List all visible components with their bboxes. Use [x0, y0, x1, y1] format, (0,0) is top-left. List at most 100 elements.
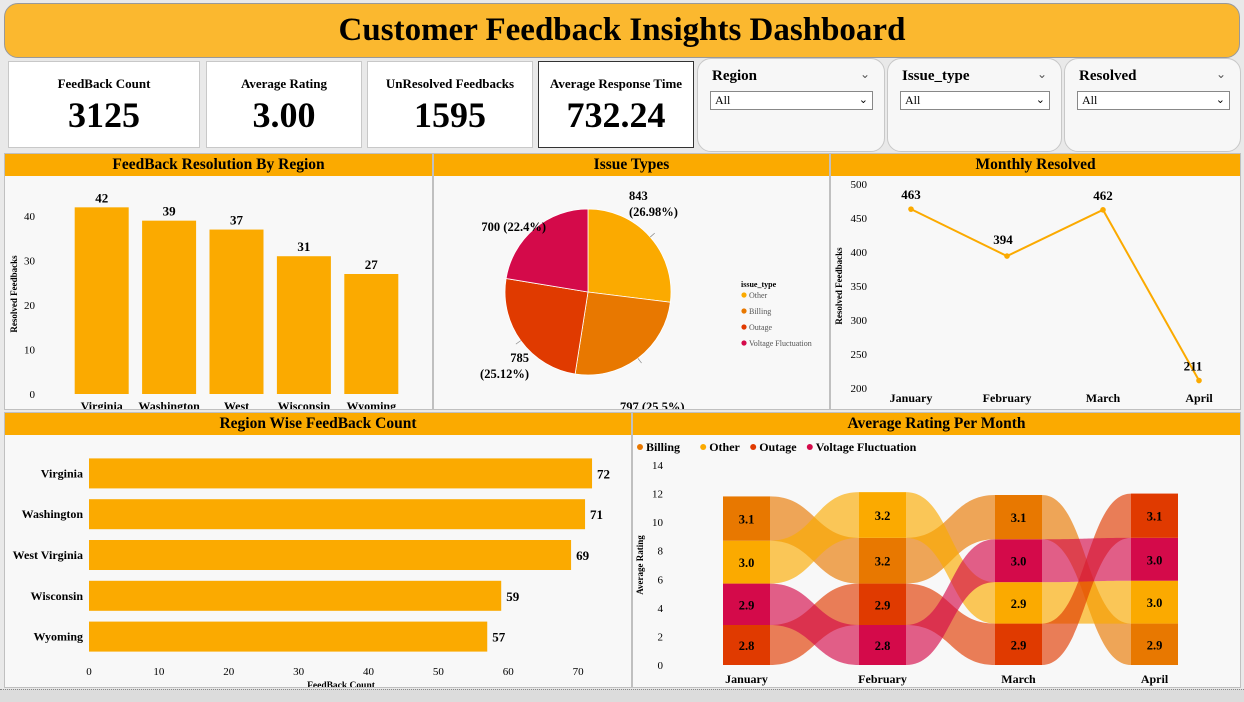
legend-marker	[637, 444, 643, 450]
y-tick-label: 0	[30, 389, 36, 401]
bar	[89, 621, 488, 652]
y-tick-label: 0	[658, 660, 664, 672]
y-tick-label: Washington	[22, 507, 84, 521]
slicer-title: Issue_type	[902, 68, 970, 84]
y-tick-label: 350	[851, 281, 868, 293]
y-axis-label: Resolved Feedbacks	[9, 255, 19, 333]
data-label: 211	[1184, 359, 1203, 374]
resolution-bar-chart: 0 10 20 30 40 Resolved Feedbacks 42 Virginia 39 W…	[9, 190, 399, 410]
data-label: 27	[365, 257, 379, 272]
data-label: 462	[1093, 188, 1113, 203]
x-tick-label: February	[983, 391, 1032, 405]
y-axis-label: Resolved Feedbacks	[834, 247, 844, 325]
panel-resolution-by-region: FeedBack Resolution By Region 0 10 20 30 40 R…	[4, 153, 433, 410]
slicer-title: Resolved	[1079, 68, 1137, 84]
kpi-value: 3125	[68, 95, 140, 135]
data-label: 31	[297, 239, 310, 254]
legend-label: Outage	[749, 323, 773, 332]
data-point	[1100, 207, 1106, 213]
y-tick-label: 10	[652, 517, 664, 529]
x-tick-label: February	[858, 672, 907, 686]
data-label: 3.0	[1011, 555, 1027, 569]
x-tick-label: Washington	[138, 399, 200, 410]
issue-type-dropdown[interactable]: All ⌄	[900, 91, 1050, 110]
pie-slice	[587, 208, 672, 303]
bar	[89, 458, 593, 489]
slicer-issue-type[interactable]: Issue_type ⌄ All ⌄	[887, 58, 1062, 152]
x-tick-label: 40	[363, 666, 375, 678]
x-axis-label: FeedBack Count	[307, 681, 376, 688]
slicer-title: Region	[712, 68, 757, 84]
data-label: 3.0	[1147, 553, 1163, 567]
data-label: 37	[230, 213, 244, 228]
page-footer-strip	[0, 689, 1244, 702]
ribbon-band	[1042, 537, 1131, 583]
pie-data-label: 785	[510, 351, 529, 365]
x-tick-label: 20	[223, 666, 235, 678]
data-label: 72	[597, 466, 610, 481]
dropdown-value: All	[905, 93, 921, 107]
data-label: 59	[506, 589, 520, 604]
y-tick-label: 200	[851, 383, 868, 395]
avg-rating-ribbon-chart: 0 2 4 6 8 10 12 14 Average Rating Billing Other Out…	[635, 440, 1178, 686]
x-tick-label: West	[224, 399, 249, 410]
panel-monthly-resolved: Monthly Resolved 200 250 300 350 400 450 500 Re…	[830, 153, 1241, 410]
bar	[89, 580, 502, 611]
bar	[142, 220, 197, 394]
data-label: 69	[576, 548, 590, 563]
y-tick-label: Wisconsin	[31, 589, 84, 603]
data-label: 71	[590, 507, 603, 522]
x-tick-label: 0	[86, 666, 92, 678]
data-label: 3.0	[1147, 596, 1163, 610]
data-point	[1196, 377, 1202, 384]
kpi-value: 732.24	[566, 95, 666, 135]
pie-data-label: 843	[629, 189, 648, 203]
x-tick-label: Wyoming	[347, 399, 397, 410]
legend-marker	[750, 444, 757, 450]
panel-avg-rating-month: Average Rating Per Month 0 2 4 6 8 10 12 14 Aver…	[632, 412, 1241, 688]
data-label: 3.1	[1147, 510, 1163, 524]
bar	[89, 540, 572, 570]
pie-leader-line	[637, 358, 642, 364]
legend-label: Voltage Fluctuation	[816, 440, 917, 454]
x-tick-label: January	[725, 672, 768, 686]
resolved-dropdown[interactable]: All ⌄	[1077, 91, 1230, 110]
y-tick-label: West Virginia	[13, 548, 83, 562]
kpi-label: FeedBack Count	[57, 76, 151, 91]
data-label: 3.2	[875, 555, 891, 569]
chevron-down-icon: ⌄	[1215, 94, 1225, 106]
y-tick-label: 500	[851, 179, 868, 191]
pie-data-label: 797 (25.5%)	[620, 400, 685, 410]
y-tick-label: 20	[24, 300, 36, 312]
panel-title: FeedBack Resolution By Region	[5, 154, 432, 176]
pie-data-label: 700 (22.4%)	[481, 220, 546, 234]
chevron-down-icon: ⌄	[1035, 94, 1045, 106]
legend-marker	[806, 444, 813, 450]
kpi-label: Average Response Time	[549, 76, 683, 91]
x-tick-label: Virginia	[81, 399, 123, 410]
chevron-down-icon[interactable]: ⌄	[860, 67, 870, 82]
data-label: 2.8	[875, 639, 891, 653]
bar	[344, 274, 399, 394]
data-label: 2.9	[1011, 597, 1027, 611]
chevron-down-icon[interactable]: ⌄	[1037, 67, 1047, 82]
slicer-region[interactable]: Region ⌄ All ⌄	[697, 58, 885, 152]
legend-label: Other	[709, 440, 740, 454]
legend-label: Voltage Fluctuation	[749, 339, 812, 348]
y-tick-label: 30	[24, 256, 36, 268]
slicer-resolved[interactable]: Resolved ⌄ All ⌄	[1064, 58, 1241, 152]
region-dropdown[interactable]: All ⌄	[710, 91, 873, 110]
y-tick-label: Wyoming	[33, 630, 83, 644]
dashboard-title: Customer Feedback Insights Dashboard	[4, 3, 1240, 58]
panel-title: Monthly Resolved	[831, 154, 1240, 176]
data-point	[908, 206, 914, 212]
issue-types-pie-chart: 843 (26.98%) 797 (25.5%) 785 (25.12%) 700 (22…	[480, 189, 812, 410]
legend-marker	[741, 292, 747, 298]
pie-data-label: (25.12%)	[480, 367, 529, 381]
data-label: 2.9	[875, 598, 891, 612]
data-label: 42	[95, 190, 108, 205]
bar	[209, 229, 264, 394]
x-tick-label: 30	[293, 666, 305, 678]
chevron-down-icon[interactable]: ⌄	[1216, 67, 1226, 82]
x-tick-label: April	[1185, 391, 1213, 405]
